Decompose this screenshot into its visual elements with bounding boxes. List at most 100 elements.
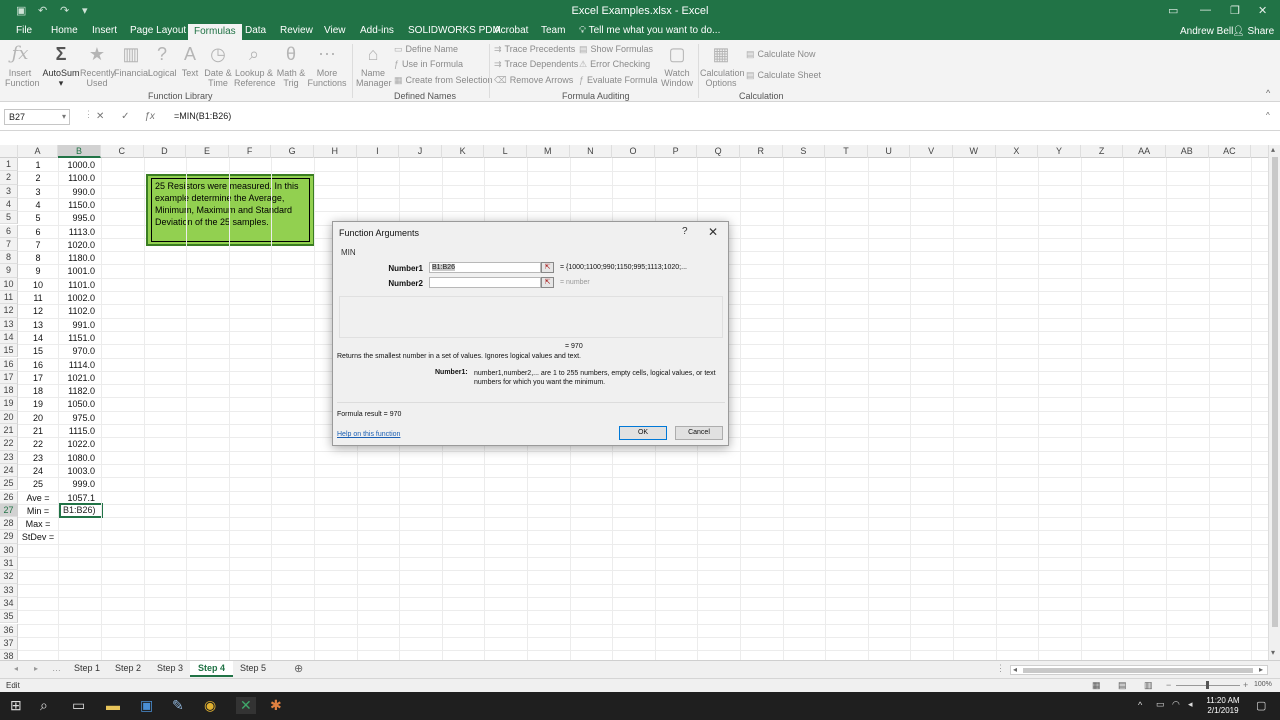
column-header-i[interactable]: I [357, 145, 400, 158]
collapse-dialog-icon[interactable]: ⇱ [541, 277, 554, 288]
help-link[interactable]: Help on this function [337, 431, 400, 438]
row-header[interactable]: 13 [0, 317, 18, 331]
cell-b[interactable]: 1114.0 [60, 359, 102, 371]
tab-page-layout[interactable]: Page Layout [130, 25, 186, 36]
cell-a[interactable]: 14 [18, 332, 58, 344]
row-header[interactable]: 5 [0, 211, 18, 225]
row-header[interactable]: 4 [0, 197, 18, 212]
cell-b[interactable]: 991.0 [60, 319, 102, 331]
cancel-entry-icon[interactable]: ✕ [96, 111, 104, 122]
logical-button[interactable]: ? Logical [148, 42, 177, 78]
recently-used-button[interactable]: ★ Recently Used [80, 42, 115, 88]
help-icon[interactable]: ? [682, 226, 688, 237]
close-window-icon[interactable]: ✕ [1258, 4, 1267, 17]
chrome-icon[interactable]: ◉ [204, 697, 216, 714]
cell-b[interactable]: 970.0 [60, 345, 102, 357]
tab-add-ins[interactable]: Add-ins [360, 25, 394, 36]
ok-button[interactable]: OK [619, 426, 667, 440]
show-formulas-button[interactable]: ▤ Show Formulas [579, 44, 653, 55]
column-header-a[interactable]: A [18, 145, 58, 158]
row-header[interactable]: 18 [0, 384, 18, 398]
system-clock[interactable]: 11:20 AM 2/1/2019 [1200, 696, 1246, 716]
cell-b[interactable]: 1180.0 [60, 252, 102, 264]
ribbon-display-icon[interactable]: ▭ [1168, 4, 1178, 17]
cell-a[interactable]: Ave = [18, 492, 58, 504]
row-header[interactable]: 14 [0, 330, 18, 345]
tab-acrobat[interactable]: Acrobat [494, 25, 528, 36]
zoom-slider-thumb[interactable] [1206, 681, 1209, 689]
column-header-y[interactable]: Y [1038, 145, 1081, 158]
cell-a[interactable]: 2 [18, 172, 58, 184]
sheet-tab-step-1[interactable]: Step 1 [74, 663, 100, 673]
row-header[interactable]: 20 [0, 410, 18, 424]
tab-team[interactable]: Team [541, 25, 565, 36]
zoom-level[interactable]: 100% [1254, 681, 1272, 688]
row-header[interactable]: 27 [0, 503, 18, 518]
horizontal-scrollbar[interactable]: ◂ ▸ [1010, 665, 1268, 675]
cell-a[interactable]: 13 [18, 319, 58, 331]
formula-input[interactable]: =MIN(B1:B26) [174, 111, 231, 121]
tab-insert[interactable]: Insert [92, 25, 117, 36]
scroll-down-icon[interactable]: ▾ [1271, 648, 1275, 657]
add-sheet-icon[interactable]: ⊕ [294, 662, 303, 675]
share-button[interactable]: 👤︎ Share [1232, 26, 1274, 37]
create-from-selection-button[interactable]: ▦ Create from Selection [394, 75, 493, 86]
calculate-sheet-button[interactable]: ▤ Calculate Sheet [746, 70, 821, 81]
notifications-icon[interactable]: ▢ [1256, 699, 1266, 712]
restore-icon[interactable]: ❐ [1230, 4, 1240, 17]
row-header[interactable]: 21 [0, 424, 18, 438]
row-header[interactable]: 35 [0, 610, 18, 624]
cell-a[interactable]: 6 [18, 226, 58, 238]
row-header[interactable]: 32 [0, 570, 18, 584]
cell-b[interactable]: 1115.0 [60, 425, 102, 437]
tab-solidworks-pdm[interactable]: SOLIDWORKS PDM [408, 25, 501, 36]
zoom-out-icon[interactable]: − [1166, 680, 1171, 690]
cancel-button[interactable]: Cancel [675, 426, 723, 440]
column-header-b[interactable]: B [58, 145, 101, 158]
excel-icon[interactable]: ✕ [236, 697, 256, 714]
column-header-n[interactable]: N [570, 145, 613, 158]
cell-a[interactable]: 25 [18, 478, 58, 490]
row-header[interactable]: 19 [0, 397, 18, 411]
row-header[interactable]: 31 [0, 557, 18, 571]
column-header-w[interactable]: W [953, 145, 996, 158]
row-header[interactable]: 33 [0, 583, 18, 597]
page-layout-view-icon[interactable]: ▤ [1118, 680, 1127, 691]
next-sheet-icon[interactable]: ▸ [34, 664, 38, 673]
cell-a[interactable]: StDev = [18, 531, 58, 543]
volume-icon[interactable]: ◂ [1188, 699, 1193, 710]
number2-input[interactable] [429, 277, 541, 288]
instruction-textbox[interactable]: 25 Resistors were measured. In this exam… [146, 174, 315, 246]
vertical-scrollbar[interactable]: ▴ ▾ [1268, 145, 1280, 660]
column-header-z[interactable]: Z [1081, 145, 1124, 158]
splitter-icon[interactable]: ⋮ [996, 663, 1005, 674]
name-box[interactable]: B27 [4, 109, 70, 125]
watch-window-button[interactable]: ▢ Watch Window [660, 42, 694, 88]
date-time-button[interactable]: ◷ Date & Time [203, 42, 233, 88]
cell-a[interactable]: 19 [18, 398, 58, 410]
tab-view[interactable]: View [324, 25, 346, 36]
cell-b[interactable]: 1020.0 [60, 239, 102, 251]
row-header[interactable]: 22 [0, 437, 18, 451]
cell-a[interactable]: 3 [18, 186, 58, 198]
cell-a[interactable]: 15 [18, 345, 58, 357]
calculate-now-button[interactable]: ▤ Calculate Now [746, 49, 816, 60]
cell-a[interactable]: 22 [18, 438, 58, 450]
cell-a[interactable]: 23 [18, 452, 58, 464]
minimize-icon[interactable]: — [1200, 4, 1211, 16]
cell-a[interactable]: 16 [18, 359, 58, 371]
scroll-up-icon[interactable]: ▴ [1271, 145, 1275, 154]
cell-a[interactable]: 8 [18, 252, 58, 264]
tab-home[interactable]: Home [51, 25, 78, 36]
cell-a[interactable]: 24 [18, 465, 58, 477]
text-button[interactable]: A Text [178, 42, 202, 78]
error-checking-button[interactable]: ⚠ Error Checking [579, 59, 650, 70]
use-in-formula-button[interactable]: ƒ Use in Formula [394, 59, 463, 69]
trace-dependents-button[interactable]: ⇉ Trace Dependents [494, 59, 578, 70]
cell-b[interactable]: 1001.0 [60, 265, 102, 277]
cell-a[interactable]: 21 [18, 425, 58, 437]
autosum-button[interactable]: Σ AutoSum ▾ [42, 42, 80, 88]
column-header-p[interactable]: P [655, 145, 698, 158]
row-header[interactable]: 12 [0, 304, 18, 318]
name-manager-button[interactable]: ⌂ Name Manager [356, 42, 392, 88]
